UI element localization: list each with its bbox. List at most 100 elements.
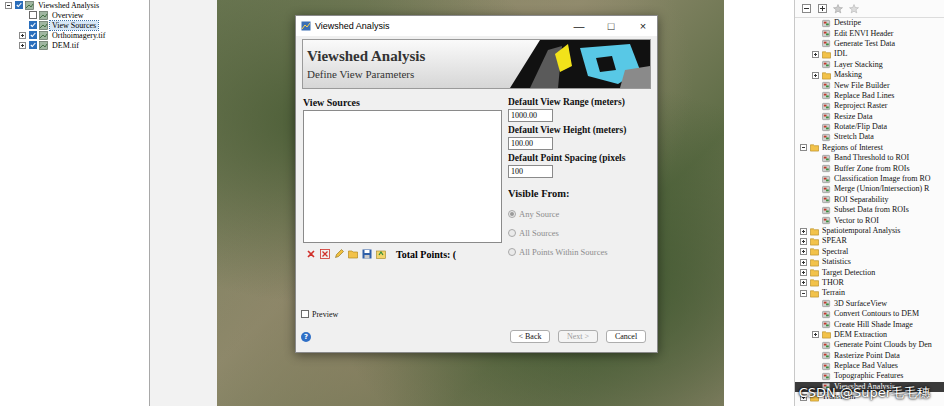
expand-toggle[interactable] xyxy=(800,238,807,245)
toolbox-tool[interactable]: Subset Data from ROIs xyxy=(795,205,944,215)
toolbox-folder[interactable]: IDL xyxy=(795,49,944,59)
preview-checkbox[interactable] xyxy=(301,310,309,318)
sources-list[interactable] xyxy=(303,110,502,243)
toolbox-tool[interactable]: Band Threshold to ROI xyxy=(795,153,944,163)
toolbox-tool[interactable]: Buffer Zone from ROIs xyxy=(795,163,944,173)
window-control[interactable]: × xyxy=(629,16,657,36)
expand-toggle[interactable] xyxy=(800,290,807,297)
toolbox-tool[interactable]: ROI Separability xyxy=(795,195,944,205)
toolbox-tool[interactable]: Create Hill Shade Image xyxy=(795,319,944,329)
toolbox-tool[interactable]: Stretch Data xyxy=(795,132,944,142)
toolbox-tool[interactable]: Vector to ROI xyxy=(795,215,944,225)
export-icon[interactable] xyxy=(376,249,386,259)
toolbox-label: Target Detection xyxy=(821,268,875,278)
save-icon[interactable] xyxy=(362,249,372,259)
toolbox-tool[interactable]: Generate Test Data xyxy=(795,39,944,49)
toolbox-folder[interactable]: THOR xyxy=(795,278,944,288)
radio-button[interactable] xyxy=(508,248,516,256)
dialog-button[interactable]: < Back xyxy=(510,330,550,343)
layer-item[interactable]: Viewshed Analysis xyxy=(0,0,149,10)
toolbox-tool[interactable]: Resize Data xyxy=(795,112,944,122)
toolbox-folder[interactable]: SPEAR xyxy=(795,236,944,246)
toolbox-tool[interactable]: 3D SurfaceView xyxy=(795,299,944,309)
toolbox-label: Merge (Union/Intersection) R xyxy=(833,184,929,194)
layer-item[interactable]: View Sources xyxy=(0,20,149,30)
toolbox-tool[interactable]: New File Builder xyxy=(795,80,944,90)
toolbox-tool[interactable]: Layer Stacking xyxy=(795,60,944,70)
expand-slot xyxy=(18,11,27,20)
expand-toggle[interactable] xyxy=(800,228,807,235)
tool-icon xyxy=(822,341,831,350)
toolbox-tool[interactable]: Rasterize Point Data xyxy=(795,351,944,361)
field-input[interactable]: 100 xyxy=(508,165,553,178)
expand-toggle[interactable] xyxy=(800,279,807,286)
expand-slot xyxy=(811,123,820,132)
pencil-icon[interactable] xyxy=(334,249,344,259)
collapse-button[interactable] xyxy=(801,4,811,14)
toolbox-tool[interactable]: Generate Point Clouds by Den xyxy=(795,340,944,350)
toolbox-tool[interactable]: Replace Bad Lines xyxy=(795,91,944,101)
visible-option[interactable]: All Points Within Sources xyxy=(508,242,657,261)
visible-option[interactable]: Any Source xyxy=(508,204,657,223)
toolbox-tool[interactable]: Destripe xyxy=(795,18,944,28)
dialog-title-bar[interactable]: Viewshed Analysis—□× xyxy=(296,16,657,36)
expand-toggle[interactable] xyxy=(800,269,807,276)
star-icon xyxy=(833,4,843,14)
help-icon[interactable]: ? xyxy=(301,332,311,342)
toolbox-tool[interactable]: Replace Bad Values xyxy=(795,361,944,371)
layer-checkbox[interactable] xyxy=(29,31,37,39)
toolbox-tool[interactable]: Edit ENVI Header xyxy=(795,28,944,38)
layer-item[interactable]: Orthoimagery.tif xyxy=(0,30,149,40)
expand-slot xyxy=(811,341,820,350)
open-folder-icon[interactable] xyxy=(348,249,358,259)
toolbox-folder[interactable]: Terrain xyxy=(795,288,944,298)
expand-toggle[interactable] xyxy=(800,144,807,151)
toolbox-tool[interactable]: Reproject Raster xyxy=(795,101,944,111)
layer-checkbox[interactable] xyxy=(29,41,37,49)
expand-toggle[interactable] xyxy=(19,42,26,49)
delete-all-icon[interactable] xyxy=(320,249,330,259)
window-control[interactable]: — xyxy=(565,16,593,36)
layer-item[interactable]: Overview xyxy=(0,10,149,20)
delete-icon[interactable] xyxy=(306,249,316,259)
toolbox-folder[interactable]: Target Detection xyxy=(795,267,944,277)
toolbox-tool[interactable]: Topographic Features xyxy=(795,371,944,381)
toolbox-folder[interactable]: DEM Extraction xyxy=(795,330,944,340)
dialog-button[interactable]: Cancel xyxy=(606,330,646,343)
favorite-button[interactable] xyxy=(849,4,859,14)
toolbox-folder[interactable]: Masking xyxy=(795,70,944,80)
expand-toggle[interactable] xyxy=(812,51,819,58)
toolbox-folder[interactable]: Spectral xyxy=(795,247,944,257)
expand-toggle[interactable] xyxy=(812,331,819,338)
radio-button[interactable] xyxy=(508,210,516,218)
expand-toggle[interactable] xyxy=(800,259,807,266)
expand-toggle[interactable] xyxy=(19,32,26,39)
expand-all-button[interactable] xyxy=(817,4,827,14)
toolbox-tool[interactable]: Merge (Union/Intersection) R xyxy=(795,184,944,194)
expand-toggle[interactable] xyxy=(5,2,12,9)
field-label: Default View Range (meters) xyxy=(508,97,657,108)
expand-slot xyxy=(811,19,820,28)
visible-option[interactable]: All Sources xyxy=(508,223,657,242)
toolbox-tool[interactable]: Rotate/Flip Data xyxy=(795,122,944,132)
expand-toggle[interactable] xyxy=(812,72,819,79)
dialog-button[interactable]: Next > xyxy=(558,330,598,343)
toolbox-folder[interactable]: Statistics xyxy=(795,257,944,267)
toolbox-folder[interactable]: Regions of Interest xyxy=(795,143,944,153)
toolbox-folder[interactable]: Spatiotemporal Analysis xyxy=(795,226,944,236)
window-control[interactable]: □ xyxy=(597,16,625,36)
favorite-button[interactable] xyxy=(833,4,843,14)
tool-icon xyxy=(822,123,831,132)
toolbox-tool[interactable]: Classification Image from RO xyxy=(795,174,944,184)
field-input[interactable]: 1000.00 xyxy=(508,109,553,122)
layer-checkbox[interactable] xyxy=(29,21,37,29)
layer-checkbox[interactable] xyxy=(29,11,37,19)
toolbox-label: Create Hill Shade Image xyxy=(833,320,913,330)
layer-item[interactable]: DEM.tif xyxy=(0,40,149,50)
radio-button[interactable] xyxy=(508,229,516,237)
field-input[interactable]: 100.00 xyxy=(508,137,553,150)
toolbox-tool[interactable]: Convert Contours to DEM xyxy=(795,309,944,319)
layer-checkbox[interactable] xyxy=(15,1,23,9)
expand-toggle[interactable] xyxy=(800,248,807,255)
preview-option[interactable]: Preview xyxy=(296,307,657,321)
